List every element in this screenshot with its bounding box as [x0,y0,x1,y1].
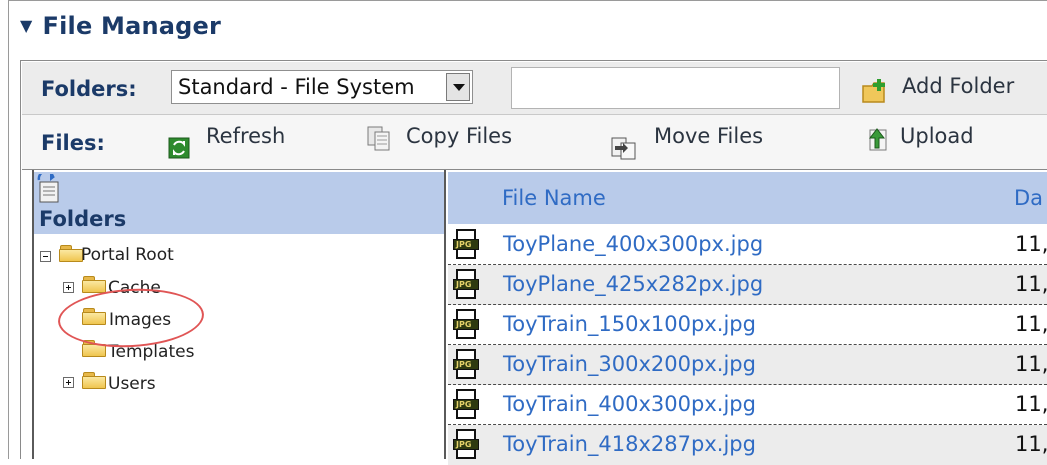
copy-files-label: Copy Files [406,124,513,148]
move-files-label: Move Files [654,124,764,148]
folder-tree-title: Folders [39,207,127,231]
refresh-label: Refresh [206,124,286,148]
copy-files-icon [367,126,390,151]
folder-icon [82,275,106,293]
file-date: 11, [1015,432,1047,456]
jpg-file-icon: JPG [453,269,479,299]
table-row[interactable]: JPG ToyTrain_418x287px.jpg 11, [448,425,1047,465]
file-date: 11, [1015,272,1047,296]
add-folder-label: Add Folder [902,74,1015,98]
jpg-file-icon: JPG [453,349,479,379]
jpg-file-icon: JPG [453,309,479,339]
expand-icon[interactable] [63,377,74,388]
tree-item-users[interactable]: Users [108,374,156,394]
file-name[interactable]: ToyPlane_400x300px.jpg [503,232,763,256]
file-grid-header: File Name Da [448,172,1047,224]
move-files-icon [611,137,636,160]
folder-icon [82,371,106,389]
triangle-down-icon[interactable]: ▼ [20,16,33,35]
chevron-down-icon[interactable] [446,73,470,101]
tree-item-portal-root[interactable]: Portal Root [81,245,174,265]
file-date: 11, [1015,352,1047,376]
table-row[interactable]: JPG ToyTrain_300x200px.jpg 11, [448,345,1047,385]
new-folder-input[interactable] [511,67,840,109]
jpg-file-icon: JPG [453,229,479,259]
file-name[interactable]: ToyTrain_300x200px.jpg [503,352,756,376]
folder-source-value: Standard - File System [178,75,415,99]
jpg-file-icon: JPG [453,389,479,419]
file-name[interactable]: ToyTrain_418x287px.jpg [503,432,756,456]
refresh-icon [168,137,190,159]
file-name[interactable]: ToyPlane_425x282px.jpg [503,272,763,296]
folder-icon [59,244,83,262]
column-date[interactable]: Da [1014,186,1043,210]
table-row[interactable]: JPG ToyTrain_150x100px.jpg 11, [448,305,1047,345]
table-row[interactable]: JPG ToyPlane_400x300px.jpg 11, [448,225,1047,265]
collapse-icon[interactable] [40,251,51,262]
folder-tree-header: Folders [34,172,444,234]
file-date: 11, [1015,232,1047,256]
table-row[interactable]: JPG ToyPlane_425x282px.jpg 11, [448,265,1047,305]
panel-title[interactable]: ▼ File Manager [20,12,221,40]
jpg-file-icon: JPG [453,429,479,459]
panel-title-text: File Manager [42,12,222,40]
files-label: Files: [41,131,105,155]
expand-icon[interactable] [63,282,74,293]
upload-label: Upload [900,124,974,148]
folders-label: Folders: [41,77,137,101]
table-row[interactable]: JPG ToyTrain_400x300px.jpg 11, [448,385,1047,425]
upload-icon [868,128,887,151]
file-name[interactable]: ToyTrain_400x300px.jpg [503,392,756,416]
folder-source-select[interactable]: Standard - File System [171,70,473,104]
column-file-name[interactable]: File Name [502,186,606,210]
add-folder-icon [862,79,885,103]
file-date: 11, [1015,392,1047,416]
folders-tree-icon[interactable] [37,174,63,204]
file-date: 11, [1015,312,1047,336]
file-name[interactable]: ToyTrain_150x100px.jpg [503,312,756,336]
